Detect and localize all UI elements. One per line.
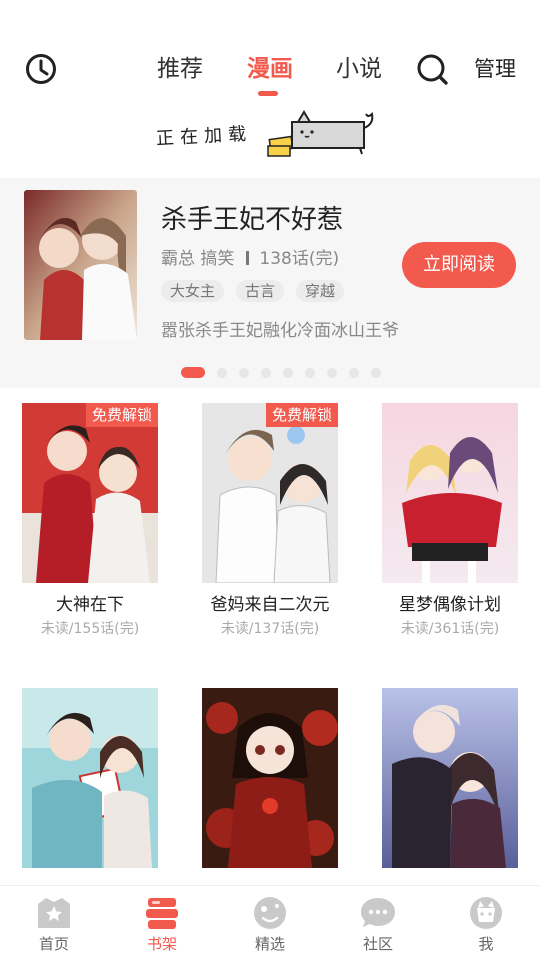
tag: 大女主 (161, 280, 225, 302)
carousel-dot[interactable] (239, 367, 249, 378)
nav-featured[interactable]: 精选 (230, 886, 310, 960)
comic-progress: 未读/155话(完) (40, 621, 140, 637)
comic-cover-image[interactable] (22, 403, 158, 583)
nav-me[interactable]: 我 (446, 886, 526, 960)
nav-bookshelf-label: 书架 (146, 935, 177, 953)
read-now-button[interactable]: 立即阅读 (402, 242, 516, 288)
loading-cat-illustration (267, 110, 374, 157)
tab-comics[interactable]: 漫画 (247, 52, 293, 86)
featured-description: 嚣张杀手王妃融化冷面冰山王爷 (161, 321, 399, 341)
featured-tags: 大女主 古言 穿越 (161, 280, 356, 302)
top-nav: 推荐 漫画 小说 管理 (0, 0, 540, 100)
home-star-icon (38, 898, 70, 928)
comic-cover-image[interactable] (382, 688, 518, 868)
tab-novels[interactable]: 小说 (336, 52, 382, 86)
featured-comic-card[interactable]: 杀手王妃不好惹 霸总 搞笑 138话(完) 大女主 古言 穿越 嚣张杀手王妃融化冷面冰… (0, 178, 540, 388)
featured-chapters: 138话(完) (259, 249, 340, 269)
carousel-dot[interactable] (305, 367, 315, 378)
comic-cover-image[interactable] (202, 403, 338, 583)
free-unlock-badge: 免费解锁 (85, 403, 158, 427)
meta-divider (246, 251, 250, 265)
comic-title[interactable]: 爸妈来自二次元 (192, 593, 348, 617)
featured-title[interactable]: 杀手王妃不好惹 (161, 202, 343, 238)
carousel-dot[interactable] (217, 367, 227, 378)
comic-title[interactable]: 大神在下 (12, 593, 168, 617)
comic-title[interactable]: 星梦偶像计划 (372, 593, 528, 617)
nav-bookshelf[interactable]: 书架 (122, 886, 202, 960)
featured-cover-image[interactable] (24, 190, 137, 340)
loading-indicator: 正在加载 (150, 108, 390, 160)
carousel-dot[interactable] (371, 367, 381, 378)
bottom-nav: 首页 书架 精选 社区 我 (0, 885, 540, 960)
featured-genres: 霸总 搞笑 (161, 249, 235, 269)
nav-home-label: 首页 (38, 935, 69, 953)
history-button[interactable] (24, 52, 58, 86)
nav-featured-label: 精选 (254, 935, 285, 953)
nav-me-label: 我 (478, 935, 494, 953)
manage-button[interactable]: 管理 (474, 54, 516, 84)
search-button[interactable] (415, 52, 449, 86)
nav-community-label: 社区 (362, 935, 393, 953)
comic-cover-image[interactable] (202, 688, 338, 868)
loading-text: 正在加载 (155, 123, 253, 150)
featured-meta: 霸总 搞笑 138话(完) (161, 246, 339, 272)
carousel-dot[interactable] (261, 367, 271, 378)
search-icon (417, 54, 448, 85)
chat-bubble-icon (361, 898, 395, 927)
carousel-dot[interactable] (283, 367, 293, 378)
nav-community[interactable]: 社区 (338, 886, 418, 960)
tag: 穿越 (296, 280, 345, 302)
active-tab-indicator (258, 91, 278, 96)
carousel-dot[interactable] (327, 367, 337, 378)
featured-face-icon (254, 897, 286, 929)
comic-cover-image[interactable] (22, 688, 158, 868)
nav-home[interactable]: 首页 (14, 886, 94, 960)
tab-recommend[interactable]: 推荐 (157, 52, 203, 86)
free-unlock-badge: 免费解锁 (265, 403, 338, 427)
profile-cat-icon (470, 897, 502, 929)
clock-icon (26, 54, 56, 84)
comic-progress: 未读/137话(完) (220, 621, 320, 637)
bookshelf-icon (146, 898, 178, 929)
carousel-dot-active[interactable] (181, 367, 205, 378)
comic-cover-image[interactable] (382, 403, 518, 583)
comic-progress: 未读/361话(完) (400, 621, 500, 637)
tag: 古言 (236, 280, 285, 302)
carousel-dot[interactable] (349, 367, 359, 378)
carousel-dots (181, 362, 393, 378)
